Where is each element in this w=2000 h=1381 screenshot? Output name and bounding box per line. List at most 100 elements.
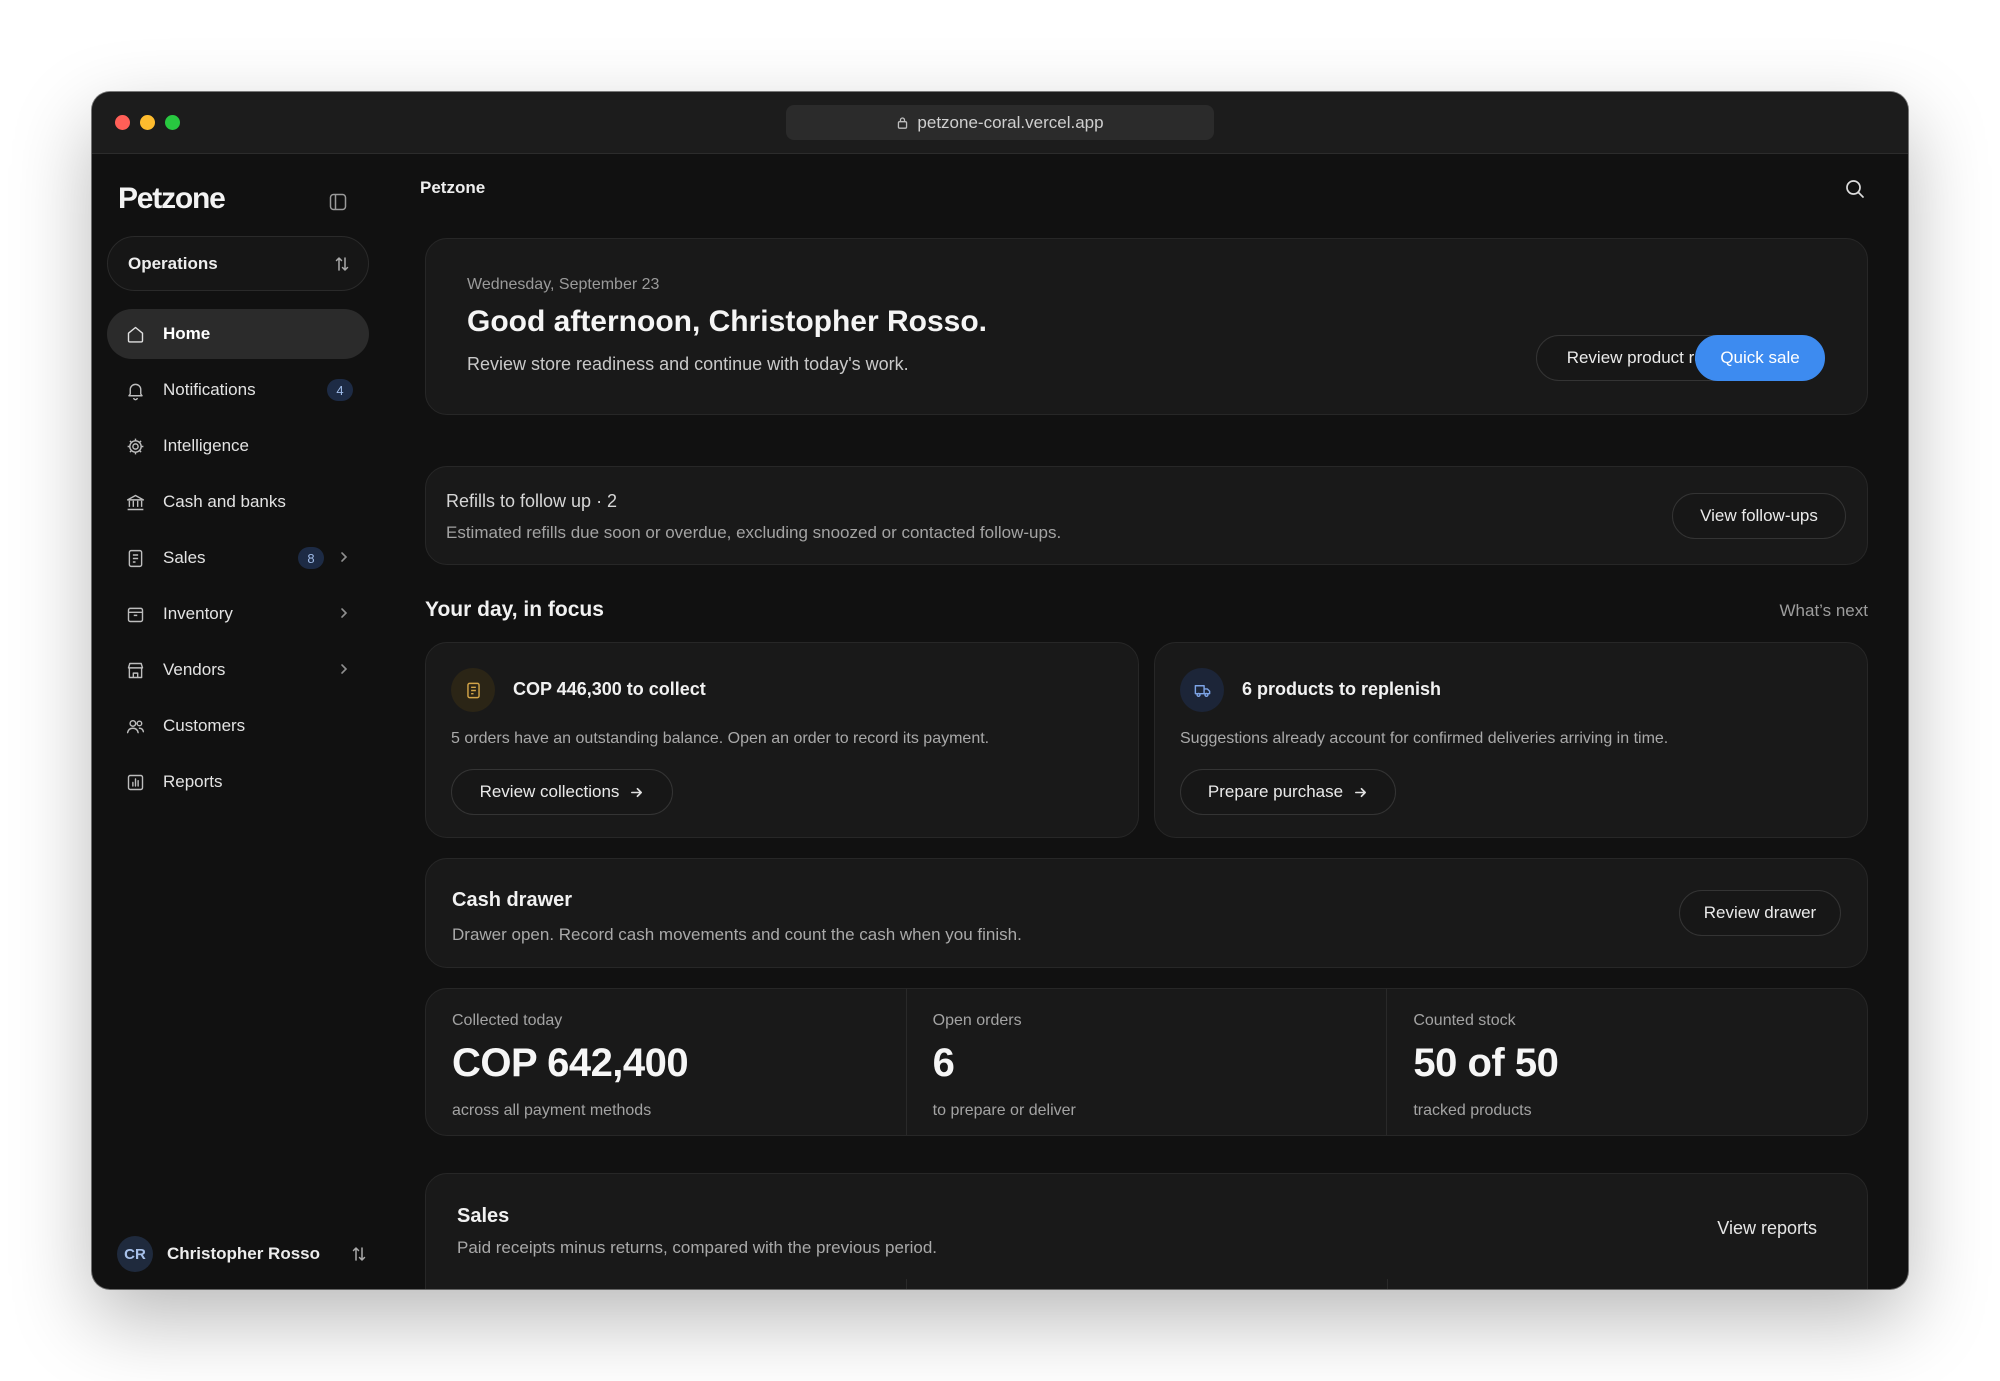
stat-label: Collected today <box>452 1012 563 1029</box>
cash-drawer-description: Drawer open. Record cash movements and c… <box>452 925 1022 944</box>
stat-label: Counted stock <box>1413 1012 1516 1029</box>
refills-title: Refills to follow up · 2 <box>446 491 618 511</box>
receipt-icon <box>466 682 480 698</box>
collect-card: COP 446,300 to collect 5 orders have an … <box>425 642 1139 838</box>
sidebar-item-cash-and-banks[interactable]: Cash and banks <box>107 477 369 527</box>
divider <box>1387 1279 1388 1289</box>
quick-sale-button[interactable]: Quick sale <box>1695 335 1825 381</box>
bank-icon <box>126 494 144 510</box>
stat-collected-today: Collected today COP 642,400 across all p… <box>426 989 907 1135</box>
stat-value: 6 <box>932 1041 955 1085</box>
notifications-count-badge: 4 <box>327 379 353 401</box>
greeting-subtitle: Review store readiness and continue with… <box>467 354 909 374</box>
truck-icon <box>1194 684 1210 697</box>
sidebar-item-reports[interactable]: Reports <box>107 757 369 807</box>
sidebar-item-intelligence[interactable]: Intelligence <box>107 421 369 471</box>
current-date: Wednesday, September 23 <box>467 276 660 293</box>
prepare-purchase-label: Prepare purchase <box>1207 782 1344 801</box>
prepare-purchase-button[interactable]: Prepare purchase <box>1180 769 1396 815</box>
greeting-card: Wednesday, September 23 Good afternoon, … <box>425 238 1868 415</box>
cash-drawer-title: Cash drawer <box>452 889 573 911</box>
replenish-description: Suggestions already account for confirme… <box>1180 730 1669 747</box>
stat-counted-stock: Counted stock 50 of 50 tracked products <box>1387 989 1867 1135</box>
sidebar-item-inventory[interactable]: Inventory <box>107 589 369 639</box>
sidebar-item-label: Sales <box>163 548 206 567</box>
whats-next-link[interactable]: What’s next <box>1779 601 1868 621</box>
review-collections-button[interactable]: Review collections <box>451 769 673 815</box>
sidebar-item-label: Intelligence <box>163 436 250 455</box>
sidebar-item-label: Home <box>163 324 211 343</box>
stat-open-orders: Open orders 6 to prepare or deliver <box>907 989 1388 1135</box>
chevron-right-icon <box>341 552 348 562</box>
chart-icon <box>127 774 143 790</box>
home-icon <box>127 326 143 343</box>
sales-count-badge: 8 <box>298 547 324 569</box>
browser-titlebar: petzone-coral.vercel.app <box>92 92 1908 154</box>
sidebar-item-label: Customers <box>163 716 246 735</box>
stat-hint: across all payment methods <box>452 1102 652 1119</box>
sidebar-item-label: Cash and banks <box>163 492 286 511</box>
greeting-heading: Good afternoon, Christopher Rosso. <box>467 305 988 338</box>
minimize-window-button[interactable] <box>140 115 155 130</box>
stat-value: 50 of 50 <box>1413 1041 1559 1085</box>
close-window-button[interactable] <box>115 115 130 130</box>
user-name: Christopher Rosso <box>167 1244 321 1263</box>
collect-title: COP 446,300 to collect <box>513 679 706 699</box>
collect-icon-badge <box>451 668 495 712</box>
stat-value: COP 642,400 <box>452 1041 689 1085</box>
arrow-right-icon <box>631 787 643 797</box>
sidebar-item-sales[interactable]: Sales 8 <box>107 533 369 583</box>
sidebar-item-label: Reports <box>163 772 223 791</box>
collect-description: 5 orders have an outstanding balance. Op… <box>451 730 990 747</box>
focus-section-title: Your day, in focus <box>425 598 604 621</box>
bell-icon <box>127 383 143 400</box>
sidebar: Petzone Operations Home Notifications 4 … <box>92 154 382 1289</box>
sales-description: Paid receipts minus returns, compared wi… <box>457 1238 938 1257</box>
sidebar-item-label: Vendors <box>163 660 226 679</box>
sidebar-item-label: Notifications <box>163 380 256 399</box>
refills-card: Refills to follow up · 2 Estimated refil… <box>425 466 1868 565</box>
search-icon[interactable] <box>1844 178 1866 200</box>
avatar: CR <box>117 1236 153 1272</box>
chevron-right-icon <box>341 664 348 674</box>
replenish-card: 6 products to replenish Suggestions alre… <box>1154 642 1868 838</box>
review-collections-label: Review collections <box>479 782 620 801</box>
arrow-right-icon <box>1355 787 1367 797</box>
sidebar-item-vendors[interactable]: Vendors <box>107 645 369 695</box>
box-icon <box>127 607 143 622</box>
replenish-icon-badge <box>1180 668 1224 712</box>
sidebar-item-home[interactable]: Home <box>107 309 369 359</box>
users-icon <box>126 719 144 733</box>
stat-hint: to prepare or deliver <box>932 1102 1076 1119</box>
address-bar[interactable]: petzone-coral.vercel.app <box>786 105 1214 140</box>
sales-title: Sales <box>457 1205 510 1227</box>
review-drawer-button[interactable]: Review drawer <box>1679 890 1841 936</box>
maximize-window-button[interactable] <box>165 115 180 130</box>
stat-hint: tracked products <box>1413 1102 1532 1119</box>
sales-card: Sales Paid receipts minus returns, compa… <box>425 1173 1868 1289</box>
workspace-switcher[interactable]: Operations <box>107 236 369 291</box>
workspace-label: Operations <box>128 253 218 273</box>
swap-vertical-icon <box>335 256 349 271</box>
replenish-title: 6 products to replenish <box>1242 679 1442 699</box>
user-menu[interactable]: CR Christopher Rosso <box>117 1234 367 1274</box>
store-icon <box>127 662 143 678</box>
refills-description: Estimated refills due soon or overdue, e… <box>446 523 1062 542</box>
view-follow-ups-button[interactable]: View follow-ups <box>1672 493 1846 539</box>
chevron-right-icon <box>341 608 348 618</box>
sidebar-item-label: Inventory <box>163 604 233 623</box>
lock-icon <box>898 117 908 129</box>
page-title: Petzone <box>420 178 486 197</box>
swap-vertical-icon <box>352 1247 366 1261</box>
receipt-icon <box>128 549 142 567</box>
browser-window: petzone-coral.vercel.app Petzone Operati… <box>92 92 1908 1289</box>
stat-label: Open orders <box>932 1012 1022 1029</box>
sidebar-item-customers[interactable]: Customers <box>107 701 369 751</box>
view-reports-link[interactable]: View reports <box>1717 1218 1817 1239</box>
app-logo[interactable]: Petzone <box>118 182 226 216</box>
gear-icon <box>127 438 143 454</box>
sidebar-toggle-icon[interactable] <box>328 192 348 212</box>
divider <box>906 1279 907 1289</box>
url-text: petzone-coral.vercel.app <box>917 112 1104 132</box>
sidebar-item-notifications[interactable]: Notifications 4 <box>107 365 369 415</box>
